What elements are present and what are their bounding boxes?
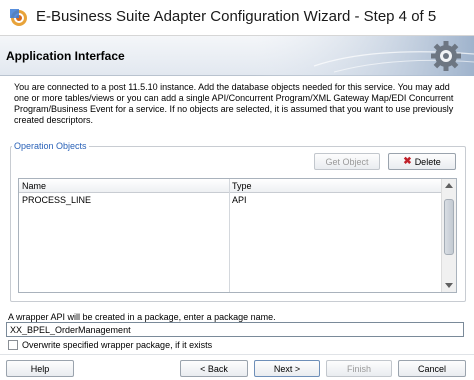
- window-title: E-Business Suite Adapter Configuration W…: [36, 8, 437, 25]
- overwrite-checkbox[interactable]: [8, 340, 18, 350]
- scroll-up-icon[interactable]: [445, 183, 453, 188]
- delete-label: Delete: [414, 156, 441, 167]
- delete-button[interactable]: ✖ Delete: [388, 153, 456, 170]
- table-row[interactable]: PROCESS_LINE API: [19, 194, 442, 207]
- table-header: Name Type: [19, 179, 442, 193]
- help-label: Help: [30, 363, 50, 374]
- package-name-label: A wrapper API will be created in a packa…: [8, 312, 276, 322]
- get-object-label: Get Object: [325, 156, 369, 167]
- cancel-button[interactable]: Cancel: [398, 360, 466, 377]
- scrollbar-thumb[interactable]: [444, 199, 454, 255]
- step-description: You are connected to a post 11.5.10 inst…: [14, 82, 454, 125]
- next-label: Next >: [273, 363, 301, 374]
- get-object-button[interactable]: Get Object: [314, 153, 380, 170]
- help-button[interactable]: Help: [6, 360, 74, 377]
- package-name-input[interactable]: [6, 322, 464, 337]
- page-header: Application Interface: [0, 36, 474, 76]
- oracle-app-icon: [10, 9, 27, 26]
- operation-objects-table[interactable]: Name Type PROCESS_LINE API: [18, 178, 457, 293]
- finish-button[interactable]: Finish: [326, 360, 392, 377]
- column-header-name[interactable]: Name: [22, 181, 46, 191]
- scroll-down-icon[interactable]: [445, 283, 453, 288]
- overwrite-checkbox-label[interactable]: Overwrite specified wrapper package, if …: [22, 340, 212, 350]
- table-scrollbar[interactable]: [441, 179, 456, 292]
- cell-name: PROCESS_LINE: [22, 195, 92, 205]
- cell-type: API: [232, 195, 247, 205]
- gear-icon: [431, 41, 461, 71]
- operation-objects-legend: Operation Objects: [12, 141, 89, 151]
- footer-divider: [0, 354, 474, 355]
- back-button[interactable]: < Back: [180, 360, 248, 377]
- title-bar: E-Business Suite Adapter Configuration W…: [0, 0, 474, 36]
- cancel-label: Cancel: [417, 363, 446, 374]
- next-button[interactable]: Next >: [254, 360, 320, 377]
- page-title: Application Interface: [6, 49, 125, 63]
- back-label: < Back: [200, 363, 228, 374]
- column-header-type[interactable]: Type: [232, 181, 252, 191]
- finish-label: Finish: [346, 363, 371, 374]
- delete-icon: ✖: [403, 156, 412, 167]
